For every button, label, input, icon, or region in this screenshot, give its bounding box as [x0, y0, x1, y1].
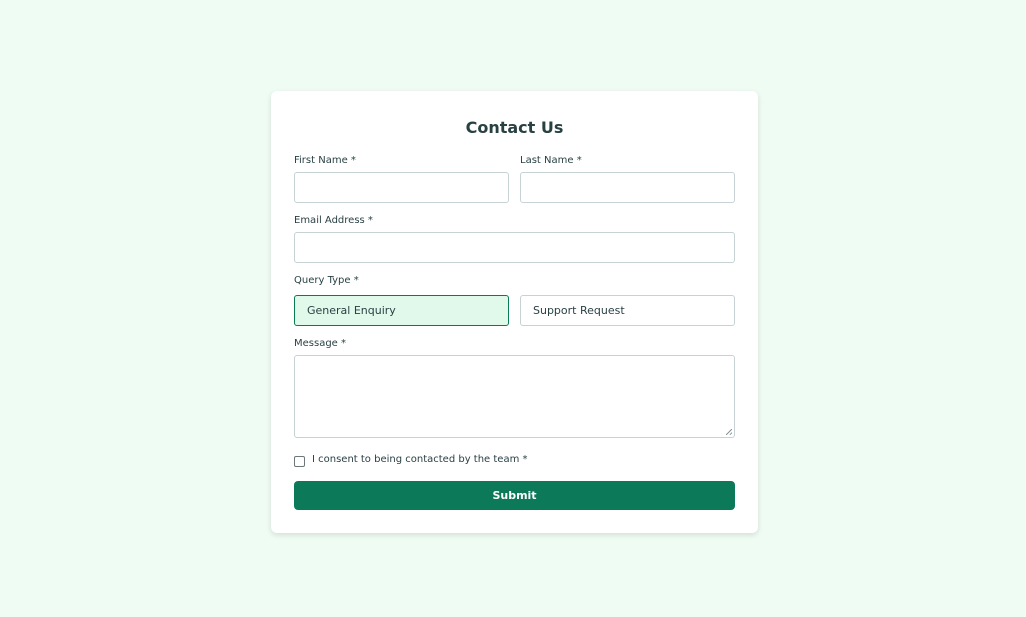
- query-option-general-enquiry[interactable]: General Enquiry: [294, 295, 509, 326]
- consent-checkbox[interactable]: [294, 456, 305, 467]
- form-title: Contact Us: [465, 118, 564, 137]
- email-label: Email Address *: [294, 215, 373, 226]
- last-name-label: Last Name *: [520, 155, 582, 166]
- message-label: Message *: [294, 338, 347, 349]
- last-name-input[interactable]: [520, 172, 735, 203]
- message-textarea[interactable]: [294, 355, 735, 438]
- query-option-support-request[interactable]: Support Request: [520, 295, 735, 326]
- submit-button[interactable]: Submit: [294, 481, 735, 510]
- query-type-label: Query Type *: [294, 275, 359, 286]
- email-input[interactable]: [294, 232, 735, 263]
- consent-label: I consent to being contacted by the team…: [312, 454, 528, 465]
- first-name-label: First Name *: [294, 155, 356, 166]
- resize-handle-icon[interactable]: [726, 429, 732, 435]
- contact-form-card: Contact Us First Name * Last Name * Emai…: [271, 91, 758, 533]
- first-name-input[interactable]: [294, 172, 509, 203]
